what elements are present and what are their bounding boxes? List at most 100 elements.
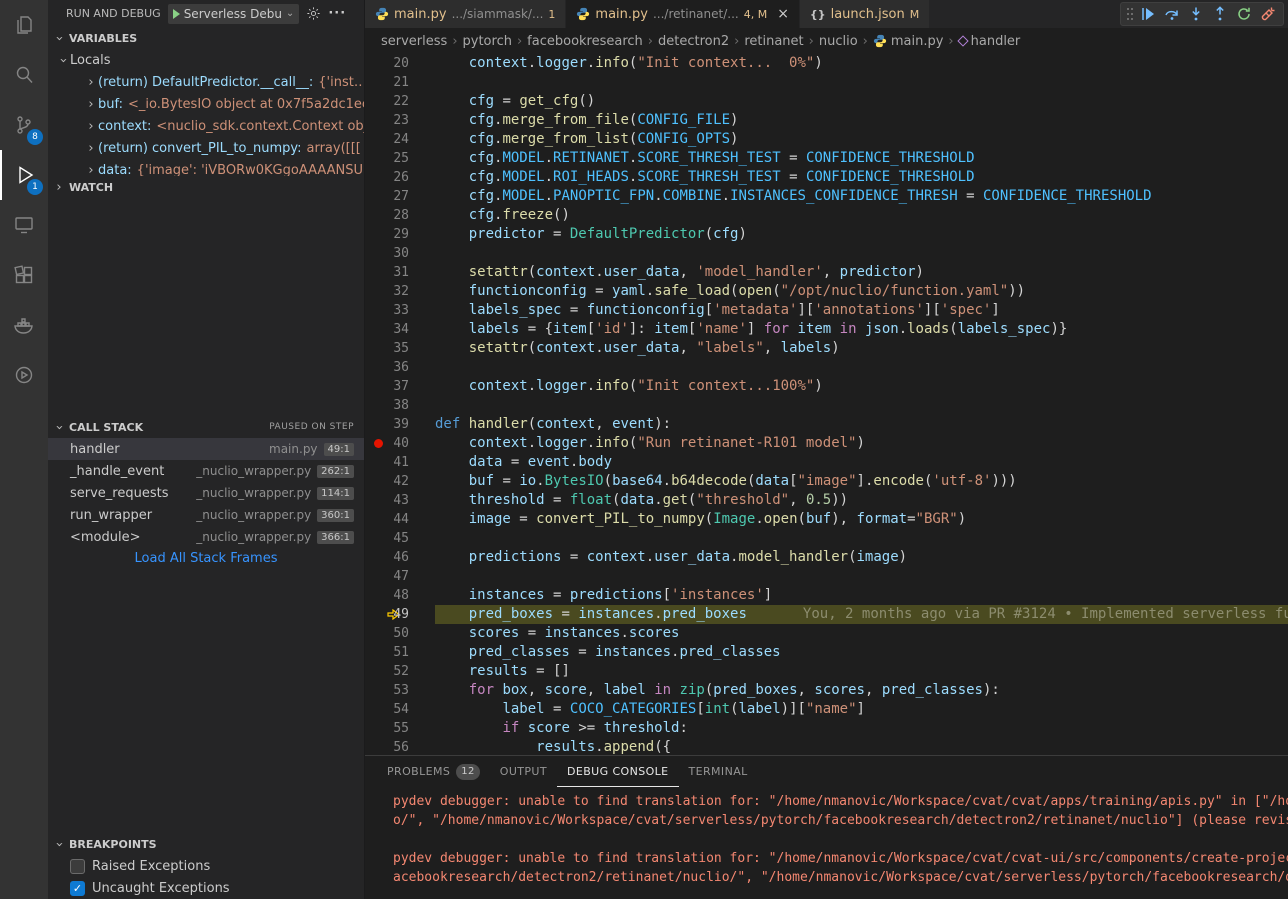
gutter[interactable]: 46 [365,548,435,567]
gutter[interactable]: 50 [365,624,435,643]
task-runner-icon[interactable] [0,350,48,400]
gutter[interactable]: 20 [365,54,435,73]
panel-tab-problems[interactable]: PROBLEMS12 [377,756,490,787]
close-tab-icon[interactable]: × [777,6,789,22]
code-line[interactable]: 54 label = COCO_CATEGORIES[int(label)]["… [365,700,1288,719]
variable-row[interactable]: ›(return) DefaultPredictor.__call__:{'in… [48,71,364,93]
code-line[interactable]: 38 [365,396,1288,415]
disconnect-icon[interactable] [1256,3,1280,25]
breadcrumb-item[interactable]: detectron2 [658,34,729,49]
gutter[interactable]: 44 [365,510,435,529]
panel-tab-debug-console[interactable]: DEBUG CONSOLE [557,756,679,787]
gutter[interactable]: 45 [365,529,435,548]
code-line[interactable]: 39def handler(context, event): [365,415,1288,434]
code-line[interactable]: 55 if score >= threshold: [365,719,1288,738]
code-line[interactable]: 56 results.append({ [365,738,1288,755]
gutter[interactable]: 33 [365,301,435,320]
editor-tab[interactable]: main.py.../retinanet/...4, M× [566,0,800,28]
breakpoint-checkbox[interactable]: ✓ [70,881,85,896]
gutter[interactable]: 38 [365,396,435,415]
code-line[interactable]: 52 results = [] [365,662,1288,681]
explorer-icon[interactable] [0,0,48,50]
code-line[interactable]: 28 cfg.freeze() [365,206,1288,225]
gutter[interactable]: 49 [365,605,435,624]
code-line[interactable]: 36 [365,358,1288,377]
gutter[interactable]: 56 [365,738,435,755]
code-line[interactable]: 33 labels_spec = functionconfig['metadat… [365,301,1288,320]
variable-row[interactable]: ›buf:<_io.BytesIO object at 0x7f5a2dc1ec… [48,93,364,115]
gutter[interactable]: 22 [365,92,435,111]
gutter[interactable]: 43 [365,491,435,510]
call-stack-section-header[interactable]: › CALL STACK PAUSED ON STEP [48,416,364,438]
panel-tab-terminal[interactable]: TERMINAL [679,756,758,787]
code-line[interactable]: 20 context.logger.info("Init context... … [365,54,1288,73]
code-line[interactable]: 35 setattr(context.user_data, "labels", … [365,339,1288,358]
code-line[interactable]: 26 cfg.MODEL.ROI_HEADS.SCORE_THRESH_TEST… [365,168,1288,187]
variable-row[interactable]: ›context:<nuclio_sdk.context.Context obj… [48,115,364,137]
variable-row[interactable]: ›(return) convert_PIL_to_numpy:array([[[… [48,137,364,159]
code-line[interactable]: 30 [365,244,1288,263]
breadcrumb-item[interactable]: handler [959,34,1021,49]
code-line[interactable]: 44 image = convert_PIL_to_numpy(Image.op… [365,510,1288,529]
code-line[interactable]: 25 cfg.MODEL.RETINANET.SCORE_THRESH_TEST… [365,149,1288,168]
call-stack-frame[interactable]: handlermain.py49:1 [48,438,364,460]
breadcrumb-item[interactable]: facebookresearch [527,34,643,49]
watch-section-header[interactable]: › WATCH [48,176,364,198]
gutter[interactable]: 51 [365,643,435,662]
code-line[interactable]: 32 functionconfig = yaml.safe_load(open(… [365,282,1288,301]
step-out-icon[interactable] [1208,3,1232,25]
variable-row[interactable]: ›data:{'image': 'iVBORw0KGgoAAAANSUhE… [48,159,364,176]
breakpoint-row[interactable]: Raised Exceptions [48,855,364,877]
search-icon[interactable] [0,50,48,100]
call-stack-frame[interactable]: run_wrapper_nuclio_wrapper.py360:1 [48,504,364,526]
code-line[interactable]: 50 scores = instances.scores [365,624,1288,643]
breakpoint-checkbox[interactable] [70,859,85,874]
launch-config-dropdown[interactable]: Serverless Debu ⌄ [168,4,300,24]
code-line[interactable]: 37 context.logger.info("Init context...1… [365,377,1288,396]
gutter[interactable]: 31 [365,263,435,282]
gutter[interactable]: 53 [365,681,435,700]
locals-scope-row[interactable]: › Locals [48,49,364,71]
gutter[interactable]: 42 [365,472,435,491]
gutter[interactable]: 37 [365,377,435,396]
breakpoint-icon[interactable] [374,439,383,448]
call-stack-frame[interactable]: <module>_nuclio_wrapper.py366:1 [48,526,364,548]
gutter[interactable]: 29 [365,225,435,244]
code-line[interactable]: 23 cfg.merge_from_file(CONFIG_FILE) [365,111,1288,130]
load-all-stack-frames-link[interactable]: Load All Stack Frames [48,548,364,570]
step-over-icon[interactable] [1160,3,1184,25]
toolbar-grip-icon[interactable] [1124,3,1136,25]
breadcrumb-item[interactable]: main.py [873,34,944,49]
gutter[interactable]: 30 [365,244,435,263]
debug-console-output[interactable]: pydev debugger: unable to find translati… [365,787,1288,899]
gutter[interactable]: 24 [365,130,435,149]
panel-tab-output[interactable]: OUTPUT [490,756,557,787]
extensions-icon[interactable] [0,250,48,300]
gutter[interactable]: 28 [365,206,435,225]
code-line[interactable]: 29 predictor = DefaultPredictor(cfg) [365,225,1288,244]
gear-icon[interactable] [306,6,321,21]
gutter[interactable]: 36 [365,358,435,377]
gutter[interactable]: 54 [365,700,435,719]
code-line[interactable]: 47 [365,567,1288,586]
code-line[interactable]: 41 data = event.body [365,453,1288,472]
code-line[interactable]: 51 pred_classes = instances.pred_classes [365,643,1288,662]
code-line[interactable]: 43 threshold = float(data.get("threshold… [365,491,1288,510]
gutter[interactable]: 26 [365,168,435,187]
start-debug-icon[interactable] [173,9,180,19]
docker-icon[interactable] [0,300,48,350]
breadcrumb-item[interactable]: serverless [381,34,447,49]
breakpoint-row[interactable]: ✓Uncaught Exceptions [48,877,364,899]
code-line[interactable]: 31 setattr(context.user_data, 'model_han… [365,263,1288,282]
gutter[interactable]: 52 [365,662,435,681]
gutter[interactable]: 41 [365,453,435,472]
call-stack-frame[interactable]: serve_requests_nuclio_wrapper.py114:1 [48,482,364,504]
code-line[interactable]: 45 [365,529,1288,548]
code-line[interactable]: 40 context.logger.info("Run retinanet-R1… [365,434,1288,453]
breakpoints-section-header[interactable]: › BREAKPOINTS [48,833,364,855]
restart-icon[interactable] [1232,3,1256,25]
breadcrumb-item[interactable]: pytorch [463,34,512,49]
editor-tab[interactable]: main.py.../siammask/...1 [365,0,566,28]
gutter[interactable]: 21 [365,73,435,92]
code-line[interactable]: 21 [365,73,1288,92]
